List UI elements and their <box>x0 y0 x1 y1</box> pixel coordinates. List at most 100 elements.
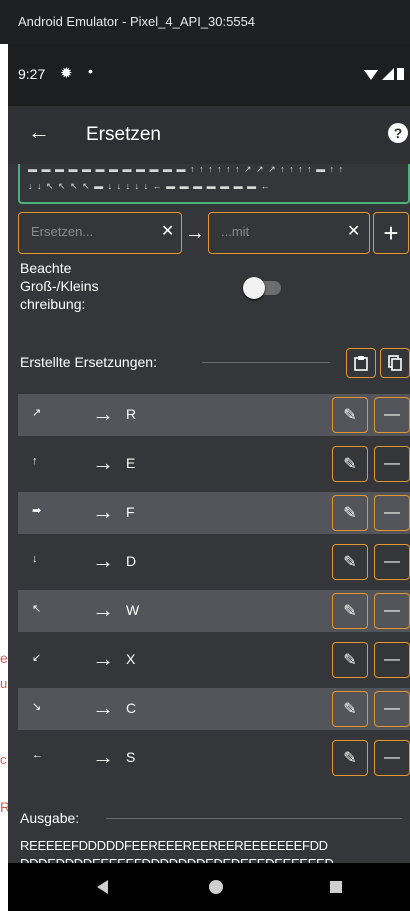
source-symbol: ↙ <box>32 652 42 664</box>
copy-icon <box>388 355 402 371</box>
navigation-bar <box>8 863 410 911</box>
source-text-line: ↓ ↓ ↖ ↖ ↖ ↖ ▬ ↓ ↓ ↓ ↓ ↓ ← ▬ ▬ ▬ ▬ ▬ ▬ ▬ … <box>28 181 271 191</box>
case-sensitive-label: Beachte Groß-/Kleins chreibung: <box>20 260 99 312</box>
arrow-right-icon: → <box>92 401 114 426</box>
remove-button[interactable]: — <box>374 740 410 776</box>
remove-button[interactable]: — <box>374 495 410 531</box>
side-letter: u <box>0 676 8 691</box>
search-input[interactable]: Ersetzen... ✕ <box>18 212 182 254</box>
target-letter: F <box>126 504 135 520</box>
nav-home-icon[interactable] <box>209 880 223 894</box>
target-letter: E <box>126 455 136 471</box>
status-bar: 9:27 ✹ • <box>8 44 410 106</box>
remove-button[interactable]: — <box>374 446 410 482</box>
nav-back-icon[interactable] <box>96 880 110 894</box>
minus-icon: — <box>384 406 400 423</box>
arrow-right-icon: → <box>92 548 114 573</box>
output-text-line: DDDEDDDDEEEEEFDDDDDDDEDEDEEEDEEEEEED <box>20 856 334 863</box>
copy-button[interactable] <box>380 348 410 378</box>
replace-placeholder: ...mit <box>221 224 250 239</box>
target-letter: C <box>126 700 137 716</box>
edit-button[interactable]: ✎ <box>332 544 368 580</box>
settings-gear-icon: ✹ <box>60 65 73 82</box>
edit-button[interactable]: ✎ <box>332 642 368 678</box>
target-letter: S <box>126 749 136 765</box>
minus-icon: — <box>384 700 400 717</box>
window-title: Android Emulator - Pixel_4_API_30:5554 <box>18 14 256 29</box>
clipboard-icon <box>354 356 368 371</box>
arrow-right-icon: → <box>92 597 114 622</box>
remove-button[interactable]: — <box>374 691 410 727</box>
replacement-row: ↖ → W ✎ — <box>18 590 410 632</box>
help-circle-icon[interactable]: ? <box>388 123 408 143</box>
replacement-row: ↑ → E ✎ — <box>18 443 410 485</box>
pencil-icon: ✎ <box>343 456 357 473</box>
page-title: Ersetzen <box>86 124 161 145</box>
arrow-right-icon: → <box>185 222 205 244</box>
plus-icon: + <box>383 217 399 248</box>
target-letter: R <box>126 406 137 422</box>
paste-button[interactable] <box>346 348 376 378</box>
source-symbol: ↓ <box>32 553 38 565</box>
edit-button[interactable]: ✎ <box>332 495 368 531</box>
back-arrow-icon[interactable]: ← <box>28 120 50 144</box>
divider <box>202 362 330 363</box>
nav-recents-icon[interactable] <box>330 881 342 893</box>
arrow-right-icon: → <box>92 450 114 475</box>
replacement-row: ← → S ✎ — <box>18 737 410 779</box>
target-letter: W <box>126 602 140 618</box>
replacement-row: ↓ → D ✎ — <box>18 541 410 583</box>
remove-button[interactable]: — <box>374 593 410 629</box>
source-symbol: ↘ <box>32 701 42 713</box>
replacement-row: ↘ → C ✎ — <box>18 688 410 730</box>
source-symbol: ➡ <box>32 505 42 517</box>
minus-icon: — <box>384 455 400 472</box>
arrow-right-icon: → <box>92 646 114 671</box>
app-bar: ← Ersetzen ? <box>8 106 410 164</box>
replacement-row: ➡ → F ✎ — <box>18 492 410 534</box>
source-symbol: ↖ <box>32 603 42 615</box>
pencil-icon: ✎ <box>343 701 357 718</box>
source-text-line: ▬ ▬ ▬ ▬ ▬ ▬ ▬ ▬ ▬ ▬ ▬ ▬ ↑ ↑ ↑ ↑ ↑ ↑ ↗ ↗ … <box>28 164 345 174</box>
edit-button[interactable]: ✎ <box>332 740 368 776</box>
edit-button[interactable]: ✎ <box>332 446 368 482</box>
add-replacement-button[interactable]: + <box>373 212 409 254</box>
pencil-icon: ✎ <box>343 750 357 767</box>
replace-input[interactable]: ...mit ✕ <box>208 212 370 254</box>
arrow-right-icon: → <box>92 499 114 524</box>
clear-search-icon[interactable]: ✕ <box>161 213 174 251</box>
wifi-signal-icon <box>364 68 404 80</box>
remove-button[interactable]: — <box>374 397 410 433</box>
source-symbol: ↗ <box>32 407 42 419</box>
arrow-right-icon: → <box>92 695 114 720</box>
pencil-icon: ✎ <box>343 407 357 424</box>
source-symbol: ↑ <box>32 455 38 467</box>
replacements-label: Erstellte Ersetzungen: <box>20 354 157 370</box>
output-label: Ausgabe: <box>20 810 80 826</box>
divider <box>106 818 402 819</box>
edit-button[interactable]: ✎ <box>332 691 368 727</box>
pencil-icon: ✎ <box>343 554 357 571</box>
pencil-icon: ✎ <box>343 603 357 620</box>
minus-icon: — <box>384 553 400 570</box>
pencil-icon: ✎ <box>343 505 357 522</box>
search-placeholder: Ersetzen... <box>31 224 94 239</box>
target-letter: D <box>126 553 137 569</box>
emulator-title-bar: Android Emulator - Pixel_4_API_30:5554 <box>0 0 410 44</box>
toggle-knob[interactable] <box>243 277 265 299</box>
arrow-right-icon: → <box>92 744 114 769</box>
status-time: 9:27 <box>18 66 46 82</box>
clear-replace-icon[interactable]: ✕ <box>347 213 360 251</box>
remove-button[interactable]: — <box>374 642 410 678</box>
edit-button[interactable]: ✎ <box>332 593 368 629</box>
source-text-area[interactable]: ▬ ▬ ▬ ▬ ▬ ▬ ▬ ▬ ▬ ▬ ▬ ▬ ↑ ↑ ↑ ↑ ↑ ↑ ↗ ↗ … <box>18 164 410 204</box>
edit-button[interactable]: ✎ <box>332 397 368 433</box>
output-text-line: REEEEEFDDDDDFEEREEEREEREEREEEEEEEFDD <box>20 838 328 853</box>
minus-icon: — <box>384 504 400 521</box>
pencil-icon: ✎ <box>343 652 357 669</box>
side-letter: c <box>0 752 7 767</box>
notification-dot-icon: • <box>88 63 93 79</box>
source-symbol: ← <box>32 749 43 761</box>
replacement-row: ↙ → X ✎ — <box>18 639 410 681</box>
remove-button[interactable]: — <box>374 544 410 580</box>
